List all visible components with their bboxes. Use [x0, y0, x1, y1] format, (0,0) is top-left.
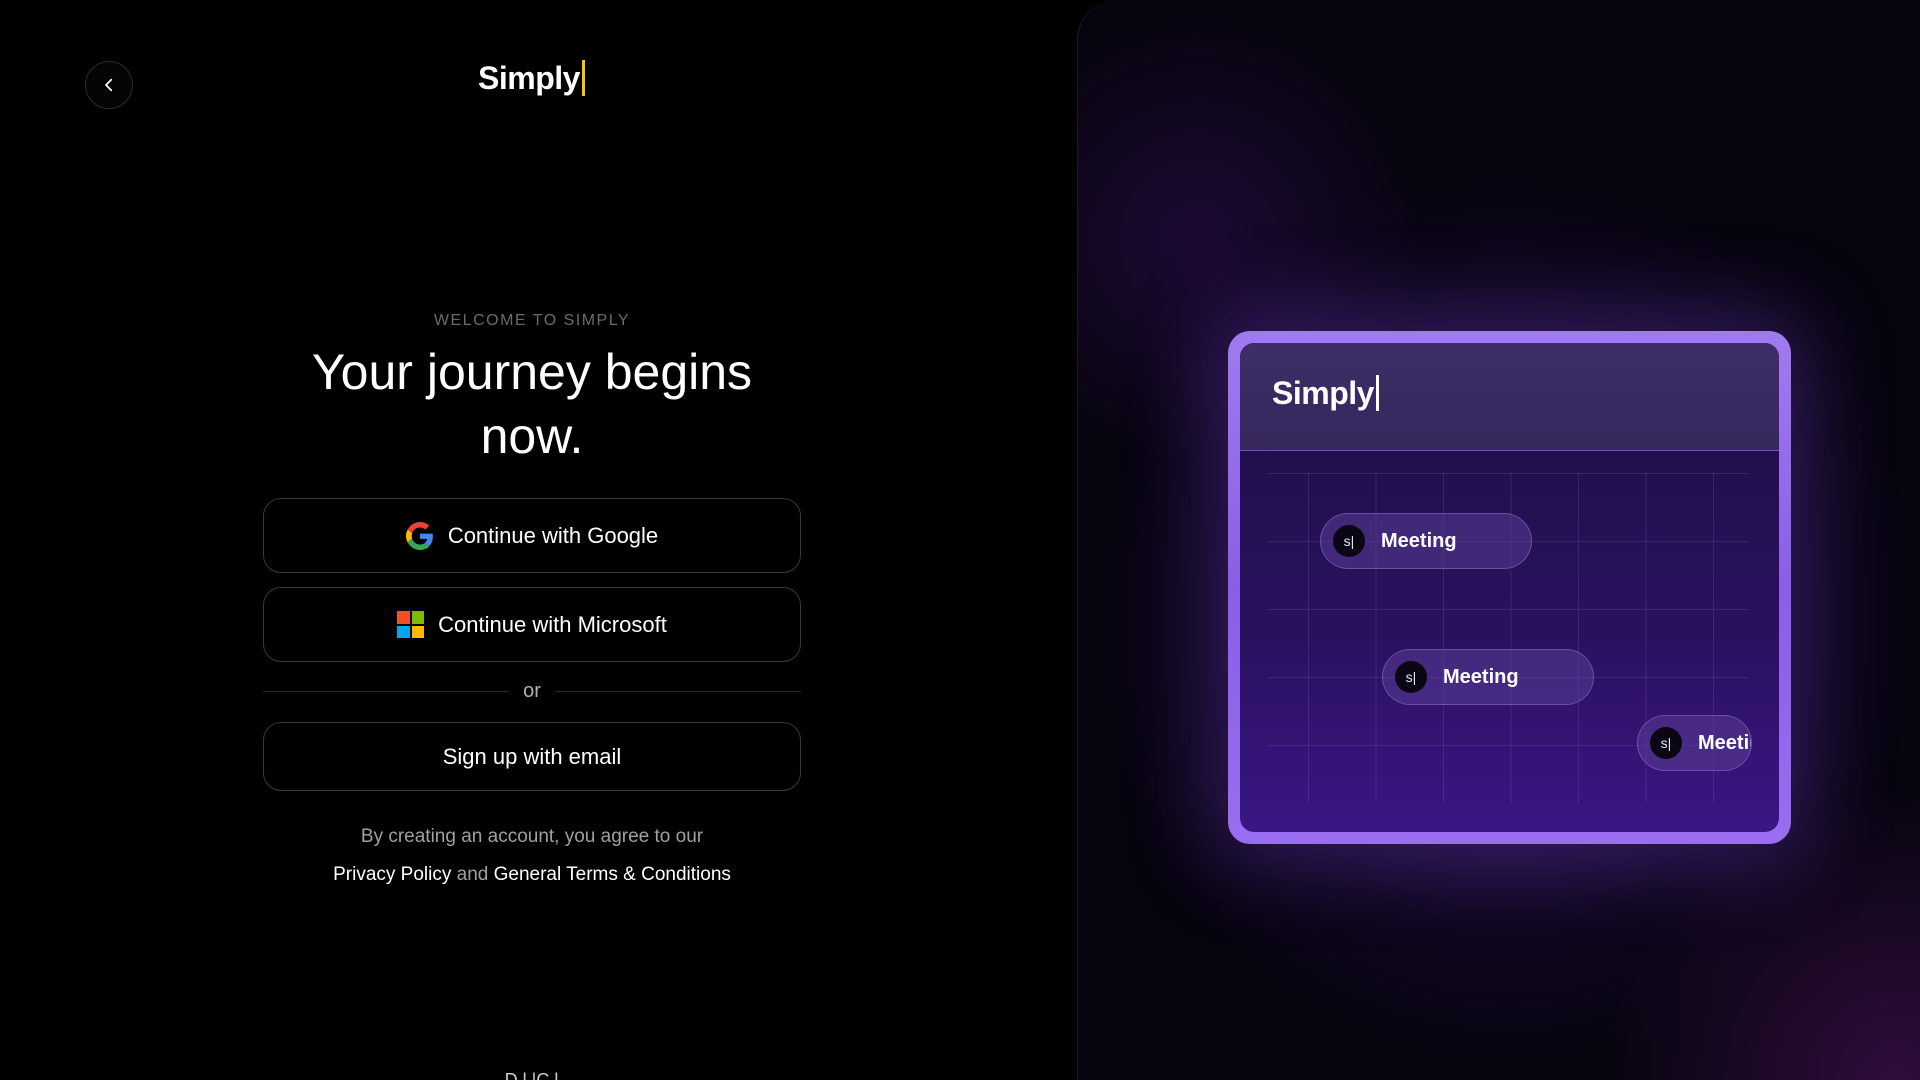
- calendar-preview-inner: Simply s| Meeting s| Meeting s| Meetin: [1240, 343, 1779, 832]
- page-title-line-1: Your journey begins: [311, 344, 753, 400]
- preview-panel: Simply s| Meeting s| Meeting s| Meetin: [1077, 0, 1920, 1080]
- legal-conjunction: and: [456, 864, 489, 885]
- calendar-preview-card: Simply s| Meeting s| Meeting s| Meetin: [1228, 331, 1791, 844]
- page-title-line-2: now.: [480, 408, 584, 464]
- google-button-label: Continue with Google: [447, 522, 659, 548]
- google-icon: [405, 521, 433, 550]
- preview-logo: Simply: [1272, 375, 1379, 412]
- event-avatar: s|: [1333, 525, 1365, 557]
- legal-prefix: By creating an account, you agree to our: [360, 826, 704, 847]
- continue-with-microsoft-button[interactable]: Continue with Microsoft: [263, 587, 801, 662]
- meeting-event: s| Meetin: [1637, 715, 1752, 771]
- meeting-event: s| Meeting: [1382, 649, 1594, 705]
- event-label: Meeting: [1381, 529, 1457, 552]
- microsoft-icon: [397, 611, 425, 638]
- preview-header: Simply: [1240, 343, 1779, 451]
- continue-with-google-button[interactable]: Continue with Google: [263, 498, 801, 573]
- event-avatar: s|: [1395, 661, 1427, 693]
- welcome-eyebrow: WELCOME TO SIMPLY: [433, 312, 631, 329]
- divider-line-left: [263, 690, 510, 692]
- microsoft-button-label: Continue with Microsoft: [438, 611, 667, 637]
- brand-logo: Simply: [0, 60, 1063, 97]
- preview-logo-cursor: [1375, 375, 1379, 411]
- email-button-label: Sign up with email: [442, 743, 622, 769]
- footer-text-partial: D l |C l: [504, 1070, 559, 1080]
- or-divider: or: [263, 676, 802, 706]
- privacy-policy-link[interactable]: Privacy Policy: [333, 864, 451, 885]
- divider-line-right: [554, 690, 802, 692]
- meeting-event: s| Meeting: [1320, 513, 1532, 569]
- brand-logo-text: Simply: [478, 60, 580, 96]
- page-title: Your journey begins now.: [263, 340, 801, 468]
- event-avatar: s|: [1650, 727, 1682, 759]
- signup-panel: Simply WELCOME TO SIMPLY Your journey be…: [0, 0, 1077, 1080]
- logo-cursor-mark: [581, 60, 585, 96]
- event-label: Meeting: [1443, 665, 1519, 688]
- or-label: or: [523, 679, 541, 702]
- signup-page: Simply WELCOME TO SIMPLY Your journey be…: [0, 0, 1920, 1080]
- event-label: Meetin: [1698, 731, 1751, 754]
- legal-notice: By creating an account, you agree to our…: [243, 818, 821, 894]
- sign-up-with-email-button[interactable]: Sign up with email: [263, 722, 801, 791]
- preview-logo-text: Simply: [1272, 375, 1374, 411]
- terms-link[interactable]: General Terms & Conditions: [494, 864, 731, 885]
